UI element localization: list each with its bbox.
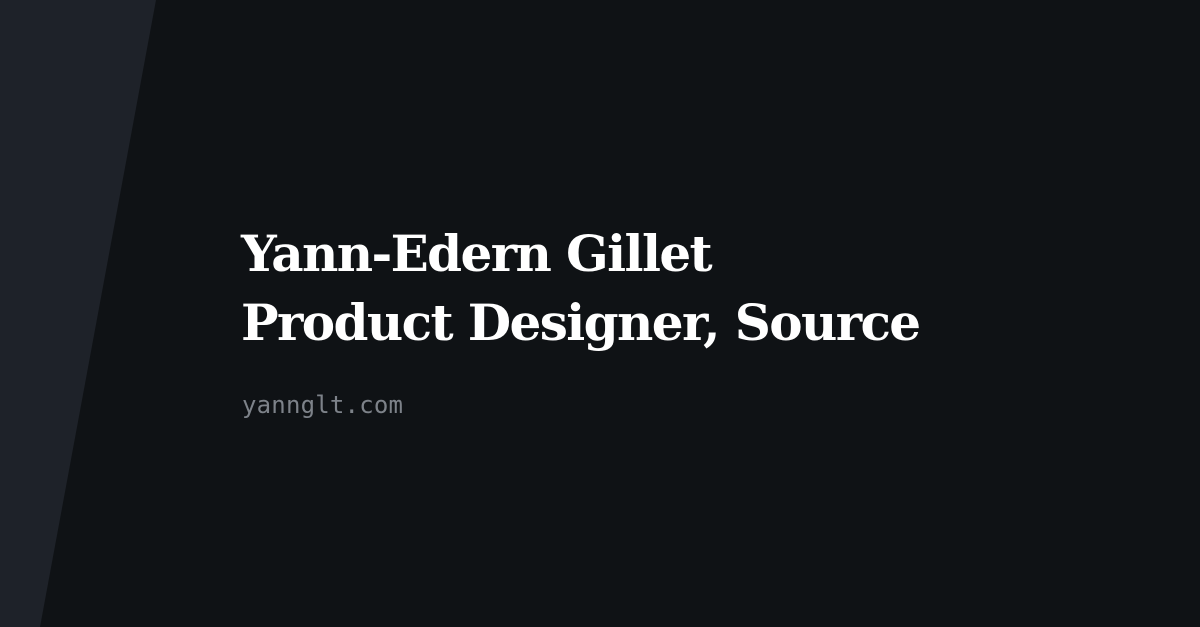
person-name: Yann-Edern Gillet [241,224,713,283]
title-block: Yann-Edern Gillet Product Designer, Sour… [241,219,1141,357]
share-card: Yann-Edern Gillet Product Designer, Sour… [0,0,1200,627]
role-title: Product Designer, Source [241,293,921,352]
website-link[interactable]: yannglt.com [242,390,403,420]
